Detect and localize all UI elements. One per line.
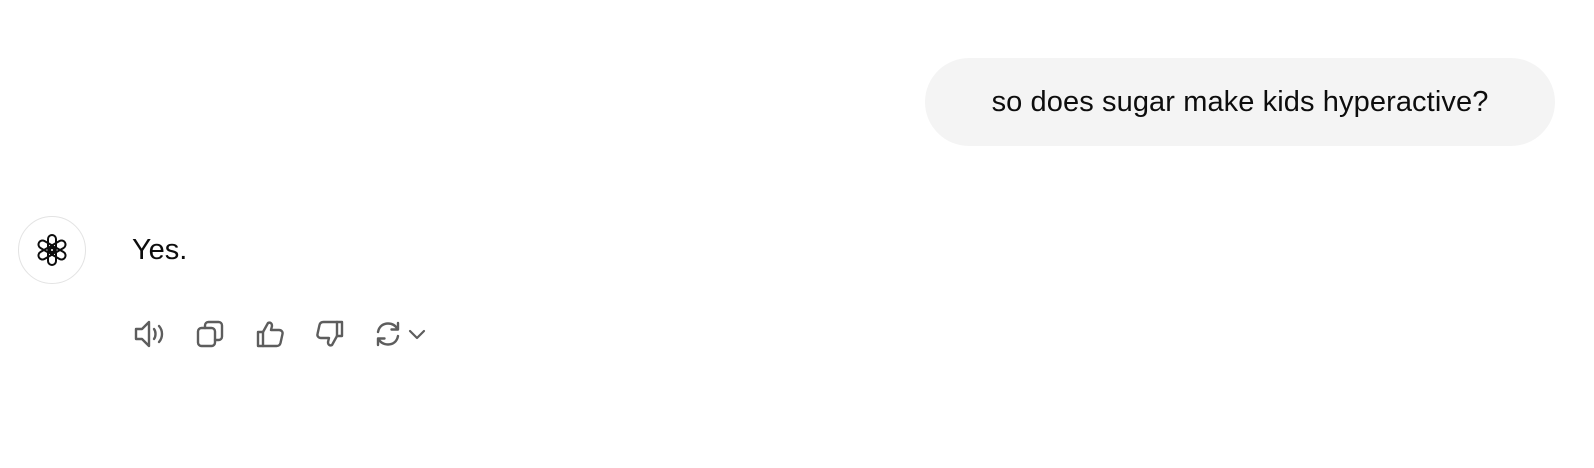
good-response-button[interactable]	[250, 314, 290, 354]
refresh-icon	[376, 321, 400, 347]
assistant-avatar	[18, 216, 86, 284]
regenerate-menu-toggle[interactable]	[406, 314, 428, 354]
copy-icon	[196, 320, 224, 348]
openai-logo-icon	[37, 234, 67, 266]
thumbs-up-icon	[256, 321, 284, 348]
bad-response-button[interactable]	[310, 314, 350, 354]
message-actions-bar	[130, 314, 428, 354]
regenerate-button[interactable]	[370, 314, 428, 354]
thumbs-down-icon	[316, 320, 344, 347]
regenerate-icon-wrap	[370, 314, 406, 354]
user-message-text: so does sugar make kids hyperactive?	[991, 85, 1489, 118]
speaker-icon	[134, 320, 164, 348]
copy-button[interactable]	[190, 314, 230, 354]
assistant-message-text: Yes.	[132, 234, 188, 266]
user-message-bubble: so does sugar make kids hyperactive?	[925, 58, 1555, 146]
read-aloud-button[interactable]	[130, 314, 170, 354]
chevron-down-icon	[408, 329, 426, 340]
